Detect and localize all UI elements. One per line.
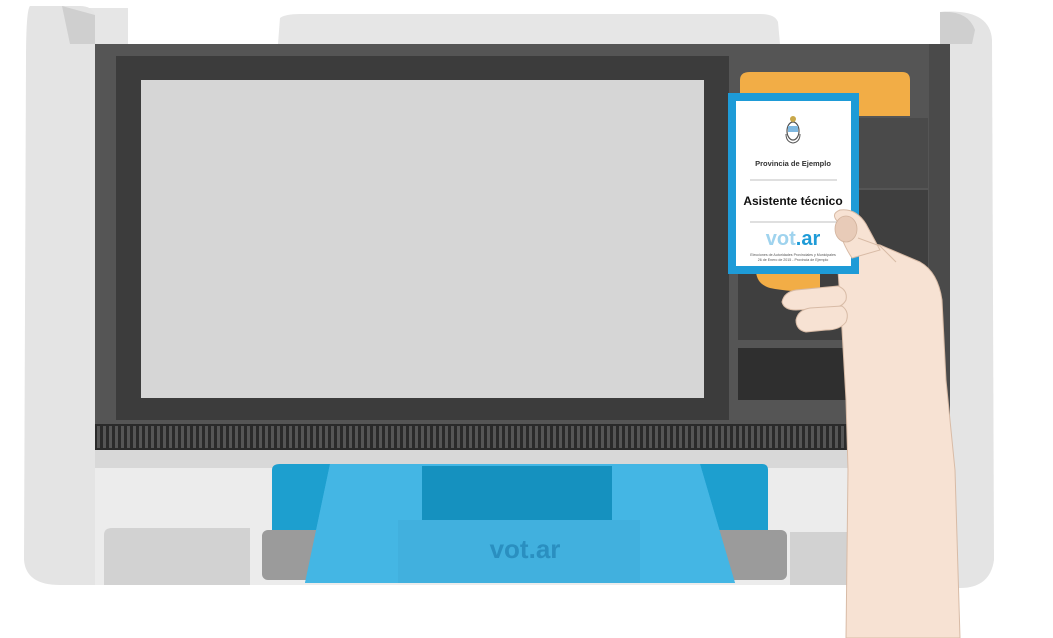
vent-grille <box>95 424 950 450</box>
card-footer-line2: 26 de Enero de 2015 - Provincia de Ejemp… <box>758 258 829 262</box>
touch-screen[interactable] <box>141 80 704 398</box>
credential-card[interactable]: Provincia de Ejemplo Asistente técnico v… <box>728 93 859 274</box>
voting-machine-illustration: vot.ar Provincia de Ejemplo Asistente té… <box>24 6 994 638</box>
card-province: Provincia de Ejemplo <box>755 159 831 168</box>
ballot-tray[interactable]: vot.ar <box>262 464 787 583</box>
card-brand: vot.ar <box>766 228 821 250</box>
tray-brand: vot.ar <box>490 534 561 564</box>
card-footer-line1: Elecciones de Autoridades Provinciales y… <box>750 253 836 257</box>
card-role: Asistente técnico <box>743 194 842 208</box>
